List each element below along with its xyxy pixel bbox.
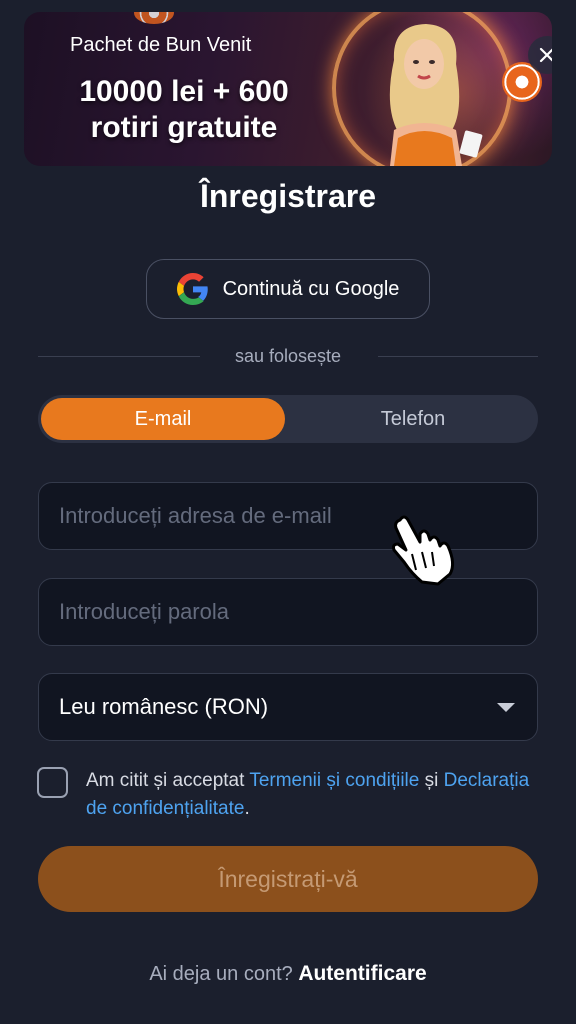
consent-suffix: . (244, 798, 250, 819)
page-title: Înregistrare (199, 178, 377, 214)
password-input[interactable] (39, 579, 537, 645)
banner-headline: 10000 lei + 600 rotiri gratuite (79, 75, 289, 144)
currency-selected-value: Leu românesc (RON) (59, 694, 269, 719)
casino-chip-icon (134, 12, 174, 24)
tab-phone[interactable]: Telefon (291, 398, 535, 440)
login-prompt-text: Ai deja un cont? (149, 963, 293, 985)
currency-select[interactable]: Leu românesc (RON) (38, 673, 538, 741)
close-icon (539, 47, 552, 63)
login-link[interactable]: Autentificare (298, 962, 426, 985)
promo-banner[interactable]: Pachet de Bun Venit 10000 lei + 600 roti… (24, 12, 552, 166)
consent-conjunction: și (424, 770, 439, 791)
consent-checkbox[interactable] (37, 767, 68, 798)
consent-prefix: Am citit și acceptat (86, 770, 245, 791)
email-input[interactable] (39, 483, 537, 549)
promo-model-image (389, 24, 483, 166)
register-button[interactable]: Înregistrați-vă (38, 846, 538, 912)
google-button-label: Continuă cu Google (222, 277, 400, 300)
terms-link[interactable]: Termenii și condițiile (249, 770, 419, 791)
google-signin-button[interactable]: Continuă cu Google (146, 259, 430, 319)
tab-email[interactable]: E-mail (41, 398, 285, 440)
chevron-down-icon (497, 702, 515, 712)
login-prompt: Ai deja un cont? Autentificare (0, 962, 576, 986)
google-icon (176, 273, 208, 305)
signup-method-tabs: E-mail Telefon (38, 395, 538, 443)
password-field-container (38, 578, 538, 646)
hand-pointer-cursor-icon (392, 515, 455, 586)
banner-subtitle: Pachet de Bun Venit (70, 34, 252, 56)
consent-text: Am citit și acceptat Termenii și condiți… (86, 767, 536, 823)
divider-line-right (378, 356, 538, 357)
email-field-container (38, 482, 538, 550)
